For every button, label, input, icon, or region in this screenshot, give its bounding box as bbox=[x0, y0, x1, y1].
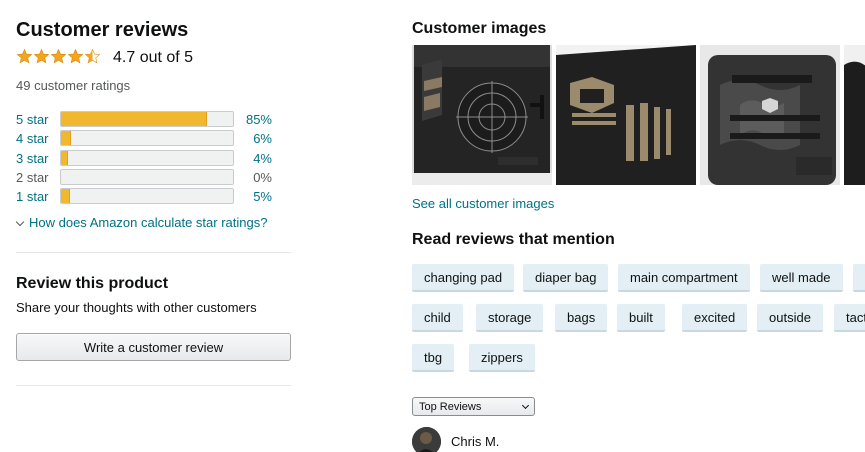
star-rating[interactable] bbox=[16, 48, 101, 65]
mention-tag[interactable]: diaper bag bbox=[523, 264, 609, 292]
camo-bag-image bbox=[700, 45, 840, 185]
star-half-icon bbox=[84, 48, 101, 64]
histogram-row-1[interactable]: 1 star 5% bbox=[16, 187, 292, 206]
customer-image[interactable] bbox=[556, 45, 696, 185]
avatar-image bbox=[412, 427, 441, 452]
histogram-percent[interactable]: 5% bbox=[253, 189, 272, 205]
customer-images-carousel bbox=[412, 45, 865, 185]
star-full-icon bbox=[16, 48, 33, 64]
bag-target-image bbox=[412, 45, 552, 185]
mention-tag[interactable]: tact bbox=[834, 304, 865, 332]
histogram-label[interactable]: 5 star bbox=[16, 112, 49, 128]
mention-tag[interactable]: storage bbox=[476, 304, 544, 332]
histogram-bar-fill bbox=[61, 189, 70, 204]
review-author[interactable]: Chris M. bbox=[412, 427, 499, 452]
histogram-label: 2 star bbox=[16, 169, 49, 185]
write-review-button[interactable]: Write a customer review bbox=[16, 333, 291, 361]
histogram-percent[interactable]: 6% bbox=[253, 131, 272, 147]
histogram-percent: 0% bbox=[253, 169, 272, 185]
bag-partial-image bbox=[844, 45, 865, 185]
mention-tag[interactable]: built bbox=[617, 304, 665, 332]
mention-tag[interactable]: outside bbox=[757, 304, 823, 332]
mention-tag[interactable]: excited bbox=[682, 304, 748, 332]
histogram-row-2: 2 star 0% bbox=[16, 168, 292, 187]
histogram-bar-fill bbox=[61, 131, 72, 146]
mention-tag[interactable]: main compartment bbox=[618, 264, 750, 292]
section-divider bbox=[16, 252, 291, 253]
review-product-title: Review this product bbox=[16, 275, 169, 292]
customer-reviews-title: Customer reviews bbox=[16, 19, 189, 41]
mention-tag[interactable]: tbg bbox=[412, 344, 455, 372]
histogram-percent[interactable]: 85% bbox=[246, 112, 272, 128]
mention-tag[interactable]: zippers bbox=[469, 344, 535, 372]
see-all-images-link[interactable]: See all customer images bbox=[412, 196, 554, 212]
star-full-icon bbox=[67, 48, 84, 64]
mention-tag[interactable] bbox=[853, 264, 865, 292]
section-divider bbox=[16, 385, 291, 386]
rating-calculation-link[interactable]: How does Amazon calculate star ratings? bbox=[15, 215, 267, 231]
customer-image[interactable] bbox=[844, 45, 865, 185]
histogram-row-5[interactable]: 5 star 85% bbox=[16, 110, 292, 129]
customer-images-title: Customer images bbox=[412, 20, 547, 37]
histogram-bar bbox=[60, 168, 234, 185]
histogram-bar[interactable] bbox=[60, 111, 234, 127]
histogram-label[interactable]: 4 star bbox=[16, 131, 49, 147]
histogram-row-3[interactable]: 3 star 4% bbox=[16, 149, 292, 168]
reviews-summary: Customer reviews 4.7 out of 5 49 custome… bbox=[15, 0, 292, 452]
customer-image[interactable] bbox=[700, 45, 840, 185]
rating-calculation-label[interactable]: How does Amazon calculate star ratings? bbox=[29, 215, 267, 231]
histogram-bar-fill bbox=[61, 150, 68, 165]
mention-tag[interactable]: bags bbox=[555, 304, 608, 332]
histogram-label[interactable]: 1 star bbox=[16, 189, 49, 205]
reviewer-name[interactable]: Chris M. bbox=[451, 434, 499, 450]
histogram-bar[interactable] bbox=[60, 130, 234, 147]
histogram-label[interactable]: 3 star bbox=[16, 151, 49, 167]
sort-reviews-dropdown[interactable]: Top Reviews bbox=[412, 397, 535, 416]
avatar[interactable] bbox=[412, 427, 441, 452]
histogram-percent[interactable]: 4% bbox=[253, 151, 272, 167]
star-full-icon bbox=[50, 48, 67, 64]
histogram-bar-fill bbox=[61, 112, 208, 126]
mention-tag[interactable]: child bbox=[412, 304, 463, 332]
histogram-row-4[interactable]: 4 star 6% bbox=[16, 129, 292, 148]
review-product-subtitle: Share your thoughts with other customers bbox=[16, 300, 257, 315]
customer-image[interactable] bbox=[412, 45, 552, 185]
rating-histogram: 5 star 85% 4 star 6% 3 star 4% 2 star 0%… bbox=[16, 110, 292, 206]
mention-tag[interactable]: well made bbox=[760, 264, 843, 292]
mentions-title: Read reviews that mention bbox=[412, 231, 615, 248]
bag-label-image bbox=[556, 45, 696, 185]
histogram-bar[interactable] bbox=[60, 188, 234, 205]
reviews-content: Customer images See all customer images … bbox=[412, 0, 865, 452]
mention-tag[interactable]: changing pad bbox=[412, 264, 515, 292]
star-full-icon bbox=[33, 48, 50, 64]
chevron-down-icon bbox=[15, 217, 25, 226]
sort-selected-value: Top Reviews bbox=[419, 400, 482, 413]
ratings-count: 49 customer ratings bbox=[16, 78, 131, 93]
chevron-down-icon bbox=[521, 401, 530, 410]
rating-text: 4.7 out of 5 bbox=[113, 49, 194, 66]
histogram-bar[interactable] bbox=[60, 149, 234, 166]
